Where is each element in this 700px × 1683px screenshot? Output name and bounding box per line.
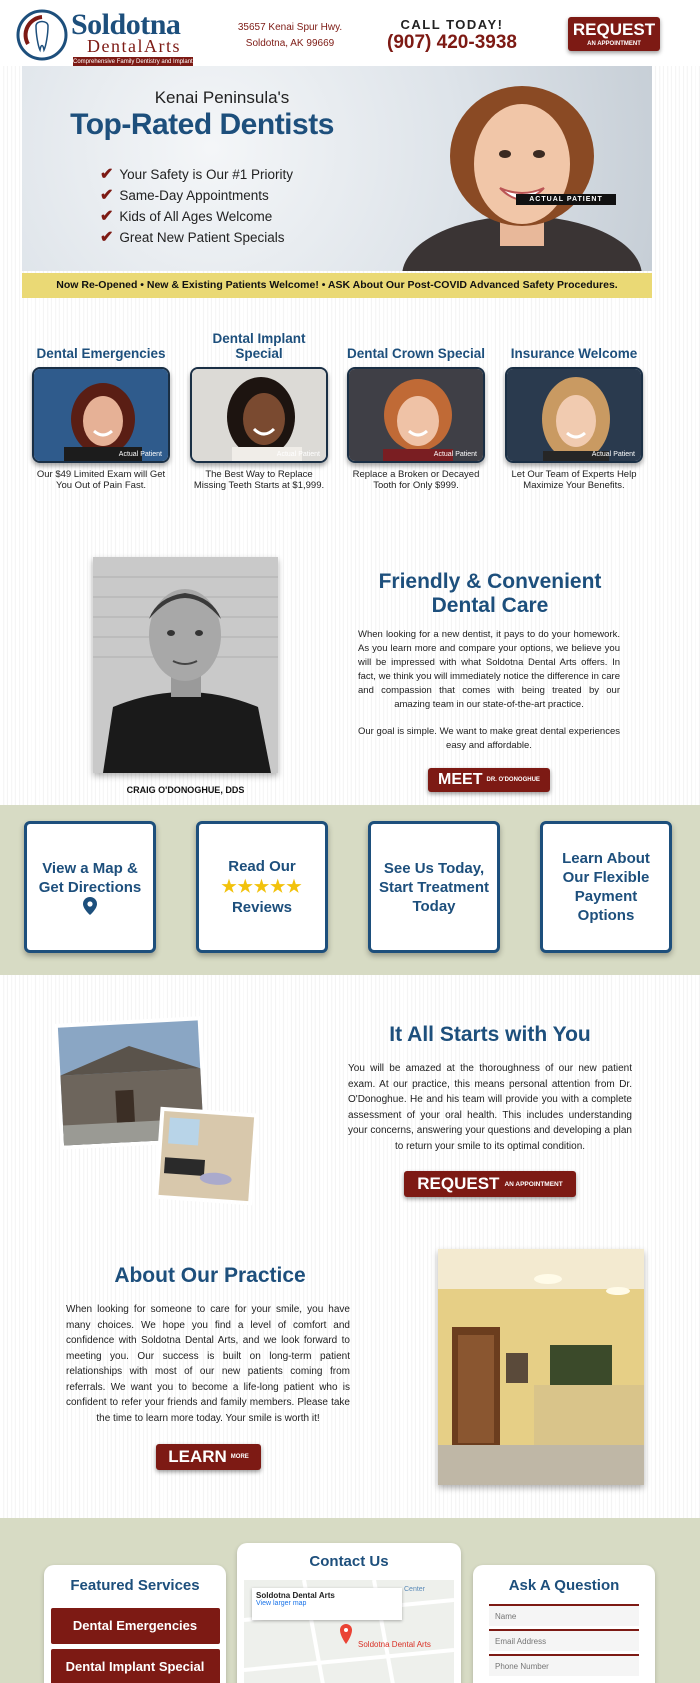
cta-treatment-card[interactable]: See Us Today, Start Treatment Today <box>368 821 500 953</box>
request-sublabel: AN APPOINTMENT <box>587 41 641 47</box>
checklist-item: ✔ Your Safety is Our #1 Priority <box>100 166 293 183</box>
view-larger-map-link[interactable]: View larger map <box>256 1600 398 1607</box>
special-title: Dental Crown Special <box>346 346 486 361</box>
starts-title: It All Starts with You <box>389 1023 591 1046</box>
friendly-care-paragraph: When looking for a new dentist, it pays … <box>358 629 620 710</box>
actual-patient-label: Actual Patient <box>433 451 477 458</box>
map-pin-icon <box>83 897 97 915</box>
cta-map-card[interactable]: View a Map & Get Directions <box>24 821 156 953</box>
phone-field[interactable] <box>489 1654 639 1676</box>
featured-services-title: Featured Services <box>70 1577 200 1594</box>
request-sublabel: AN APPOINTMENT <box>504 1180 563 1188</box>
hero-subtitle: Kenai Peninsula's <box>154 88 290 107</box>
hero-patient-photo <box>402 86 642 271</box>
special-card-insurance[interactable]: Insurance Welcome Actual Patient Let Our… <box>504 331 644 491</box>
hero-title: Top-Rated Dentists <box>70 108 334 141</box>
special-photo: Actual Patient <box>190 367 328 463</box>
tooth-logo-icon <box>16 9 68 61</box>
actual-patient-label: Actual Patient <box>276 451 320 458</box>
checklist-item: ✔ Great New Patient Specials <box>100 229 285 246</box>
checklist-item: ✔ Kids of All Ages Welcome <box>100 208 273 225</box>
contact-title: Contact Us <box>309 1553 389 1570</box>
hero-banner: Kenai Peninsula's Top-Rated Dentists ✔ Yo… <box>22 66 652 271</box>
doctor-photo <box>93 557 278 773</box>
cta-band: View a Map & Get Directions Read Our ★★★… <box>0 805 700 975</box>
map-place-label: Soldotna Dental Arts <box>358 1640 431 1649</box>
learn-sublabel: MORE <box>230 1454 249 1460</box>
check-icon: ✔ <box>100 229 114 246</box>
hero-checklist: ✔ Your Safety is Our #1 Priority ✔ Same-Da… <box>100 164 293 248</box>
footer-band: Featured Services Dental Emergencies Den… <box>0 1518 700 1683</box>
map-embed[interactable]: Center Soldotna Dental Arts View larger … <box>244 1580 454 1683</box>
meet-label: MEET <box>438 771 483 788</box>
meet-doctor-button[interactable]: MEET DR. O'DONOGHUE <box>428 768 550 792</box>
actual-patient-badge: ACTUAL PATIENT <box>516 194 616 205</box>
name-field[interactable] <box>489 1604 639 1626</box>
featured-services-card: Featured Services Dental Emergencies Den… <box>44 1565 226 1683</box>
check-icon: ✔ <box>100 187 114 204</box>
about-paragraph: When looking for someone to care for you… <box>66 1304 350 1424</box>
special-title: Dental Emergencies <box>36 346 166 361</box>
actual-patient-label: Actual Patient <box>591 451 635 458</box>
special-description: Replace a Broken or Decayed Tooth for On… <box>352 469 480 491</box>
map-center-label: Center <box>404 1586 426 1593</box>
site-header: Soldotna DentalArts Comprehensive Family… <box>0 0 700 67</box>
cta-reviews-top: Read Our <box>228 858 296 875</box>
actual-patient-label: Actual Patient <box>118 451 162 458</box>
request-label: REQUEST <box>417 1174 500 1193</box>
special-description: The Best Way to Replace Missing Teeth St… <box>193 469 325 491</box>
learn-more-button[interactable]: LEARN MORE <box>156 1444 261 1470</box>
service-button-emergencies[interactable]: Dental Emergencies <box>50 1608 220 1644</box>
ask-question-title: Ask A Question <box>508 1577 620 1594</box>
checklist-item: ✔ Same-Day Appointments <box>100 187 269 204</box>
cta-reviews-card[interactable]: Read Our ★★★★★ Reviews <box>196 821 328 953</box>
special-description: Let Our Team of Experts Help Maximize Yo… <box>511 469 637 491</box>
service-button-implant[interactable]: Dental Implant Special <box>50 1649 220 1683</box>
logo[interactable]: Soldotna DentalArts Comprehensive Family… <box>14 8 194 67</box>
meet-sublabel: DR. O'DONOGHUE <box>486 777 540 783</box>
logo-subname: DentalArts <box>87 36 181 56</box>
starts-paragraph: You will be amazed at the thoroughness o… <box>348 1063 632 1152</box>
address: 35657 Kenai Spur Hwy. Soldotna, AK 99669 <box>220 20 360 52</box>
special-photo: Actual Patient <box>32 367 170 463</box>
phone-link[interactable]: (907) 420-3938 <box>378 32 526 54</box>
cta-payment-card[interactable]: Learn About Our Flexible Payment Options <box>540 821 672 953</box>
doctor-name: CRAIG O'DONOGHUE, DDS <box>126 785 245 795</box>
request-appointment-button-secondary[interactable]: REQUEST AN APPOINTMENT <box>404 1171 576 1197</box>
email-field[interactable] <box>489 1629 639 1651</box>
office-interior-photo <box>438 1249 644 1485</box>
star-rating-icon: ★★★★★ <box>221 877 303 896</box>
cta-payment-label: Learn About Our Flexible Payment Options <box>562 850 650 924</box>
check-icon: ✔ <box>100 166 114 183</box>
address-line-1: 35657 Kenai Spur Hwy. <box>237 22 343 33</box>
call-label: CALL TODAY! <box>400 17 504 32</box>
map-business-name: Soldotna Dental Arts <box>256 1591 335 1600</box>
special-title: Dental Implant Special <box>212 331 306 361</box>
special-card-implant[interactable]: Dental Implant Special Actual Patient Th… <box>189 331 329 491</box>
ask-question-card: Ask A Question <box>473 1565 655 1683</box>
special-title: Insurance Welcome <box>510 346 638 361</box>
learn-label: LEARN <box>168 1447 227 1466</box>
special-card-crown[interactable]: Dental Crown Special Actual Patient Repl… <box>346 331 486 491</box>
map-info-card: Soldotna Dental Arts View larger map <box>252 1588 402 1620</box>
cta-reviews-bottom: Reviews <box>231 899 293 916</box>
special-photo: Actual Patient <box>505 367 643 463</box>
check-icon: ✔ <box>100 208 114 225</box>
cta-map-label: View a Map & Get Directions <box>38 860 142 896</box>
contact-card: Contact Us Center Soldotna Dental Arts V… <box>237 1543 461 1683</box>
special-description: Our $49 Limited Exam will Get You Out of… <box>36 469 166 491</box>
announcement-banner: Now Re-Opened • New & Existing Patients … <box>22 273 652 298</box>
office-collage-photos <box>55 1016 259 1206</box>
request-label: REQUEST <box>572 20 656 39</box>
cta-treatment-label: See Us Today, Start Treatment Today <box>378 859 490 915</box>
friendly-care-goal: Our goal is simple. We want to make grea… <box>358 726 620 751</box>
friendly-care-title: Friendly & Convenient Dental Care <box>378 570 602 617</box>
special-card-emergencies[interactable]: Dental Emergencies Actual Patient Our $4… <box>31 331 171 491</box>
special-photo: Actual Patient <box>347 367 485 463</box>
about-title: About Our Practice <box>114 1264 306 1287</box>
address-line-2: Soldotna, AK 99669 <box>245 38 335 49</box>
request-appointment-button[interactable]: REQUEST AN APPOINTMENT <box>568 17 660 51</box>
